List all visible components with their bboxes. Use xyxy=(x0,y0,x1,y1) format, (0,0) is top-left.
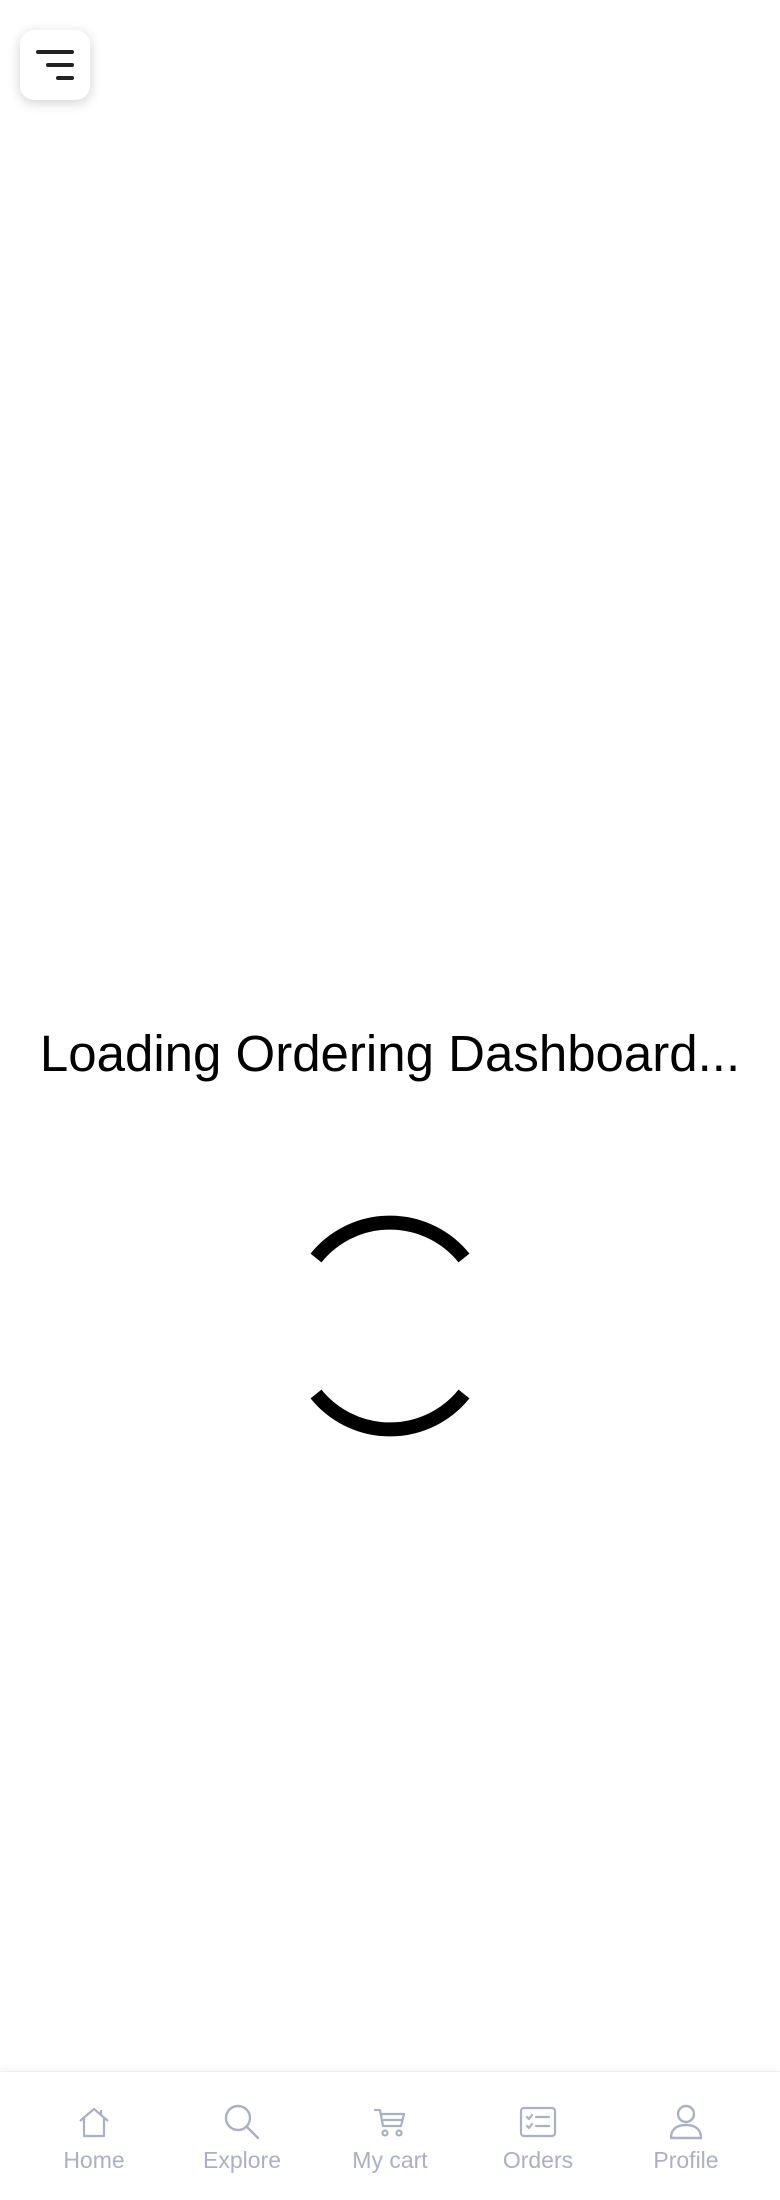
nav-label-orders: Orders xyxy=(502,2147,574,2173)
user-icon xyxy=(666,2102,706,2142)
nav-item-cart[interactable]: My cart xyxy=(320,2072,460,2174)
home-icon xyxy=(74,2102,114,2142)
nav-label-cart: My cart xyxy=(352,2147,428,2173)
search-icon xyxy=(222,2102,262,2142)
nav-item-explore[interactable]: Explore xyxy=(172,2072,312,2174)
loading-spinner-icon xyxy=(310,1215,470,1437)
bottom-nav: Home Explore My cart Orders Profile xyxy=(0,2071,780,2200)
nav-label-explore: Explore xyxy=(203,2147,281,2173)
cart-icon xyxy=(370,2102,410,2142)
menu-button[interactable] xyxy=(20,30,90,100)
nav-label-home: Home xyxy=(63,2147,125,2173)
nav-item-orders[interactable]: Orders xyxy=(468,2072,608,2174)
loading-title: Loading Ordering Dashboard... xyxy=(39,1025,741,1082)
orders-list-icon xyxy=(518,2102,558,2142)
menu-lines-icon xyxy=(36,50,74,80)
nav-item-profile[interactable]: Profile xyxy=(616,2072,756,2174)
nav-item-home[interactable]: Home xyxy=(24,2072,164,2174)
nav-label-profile: Profile xyxy=(653,2147,719,2173)
